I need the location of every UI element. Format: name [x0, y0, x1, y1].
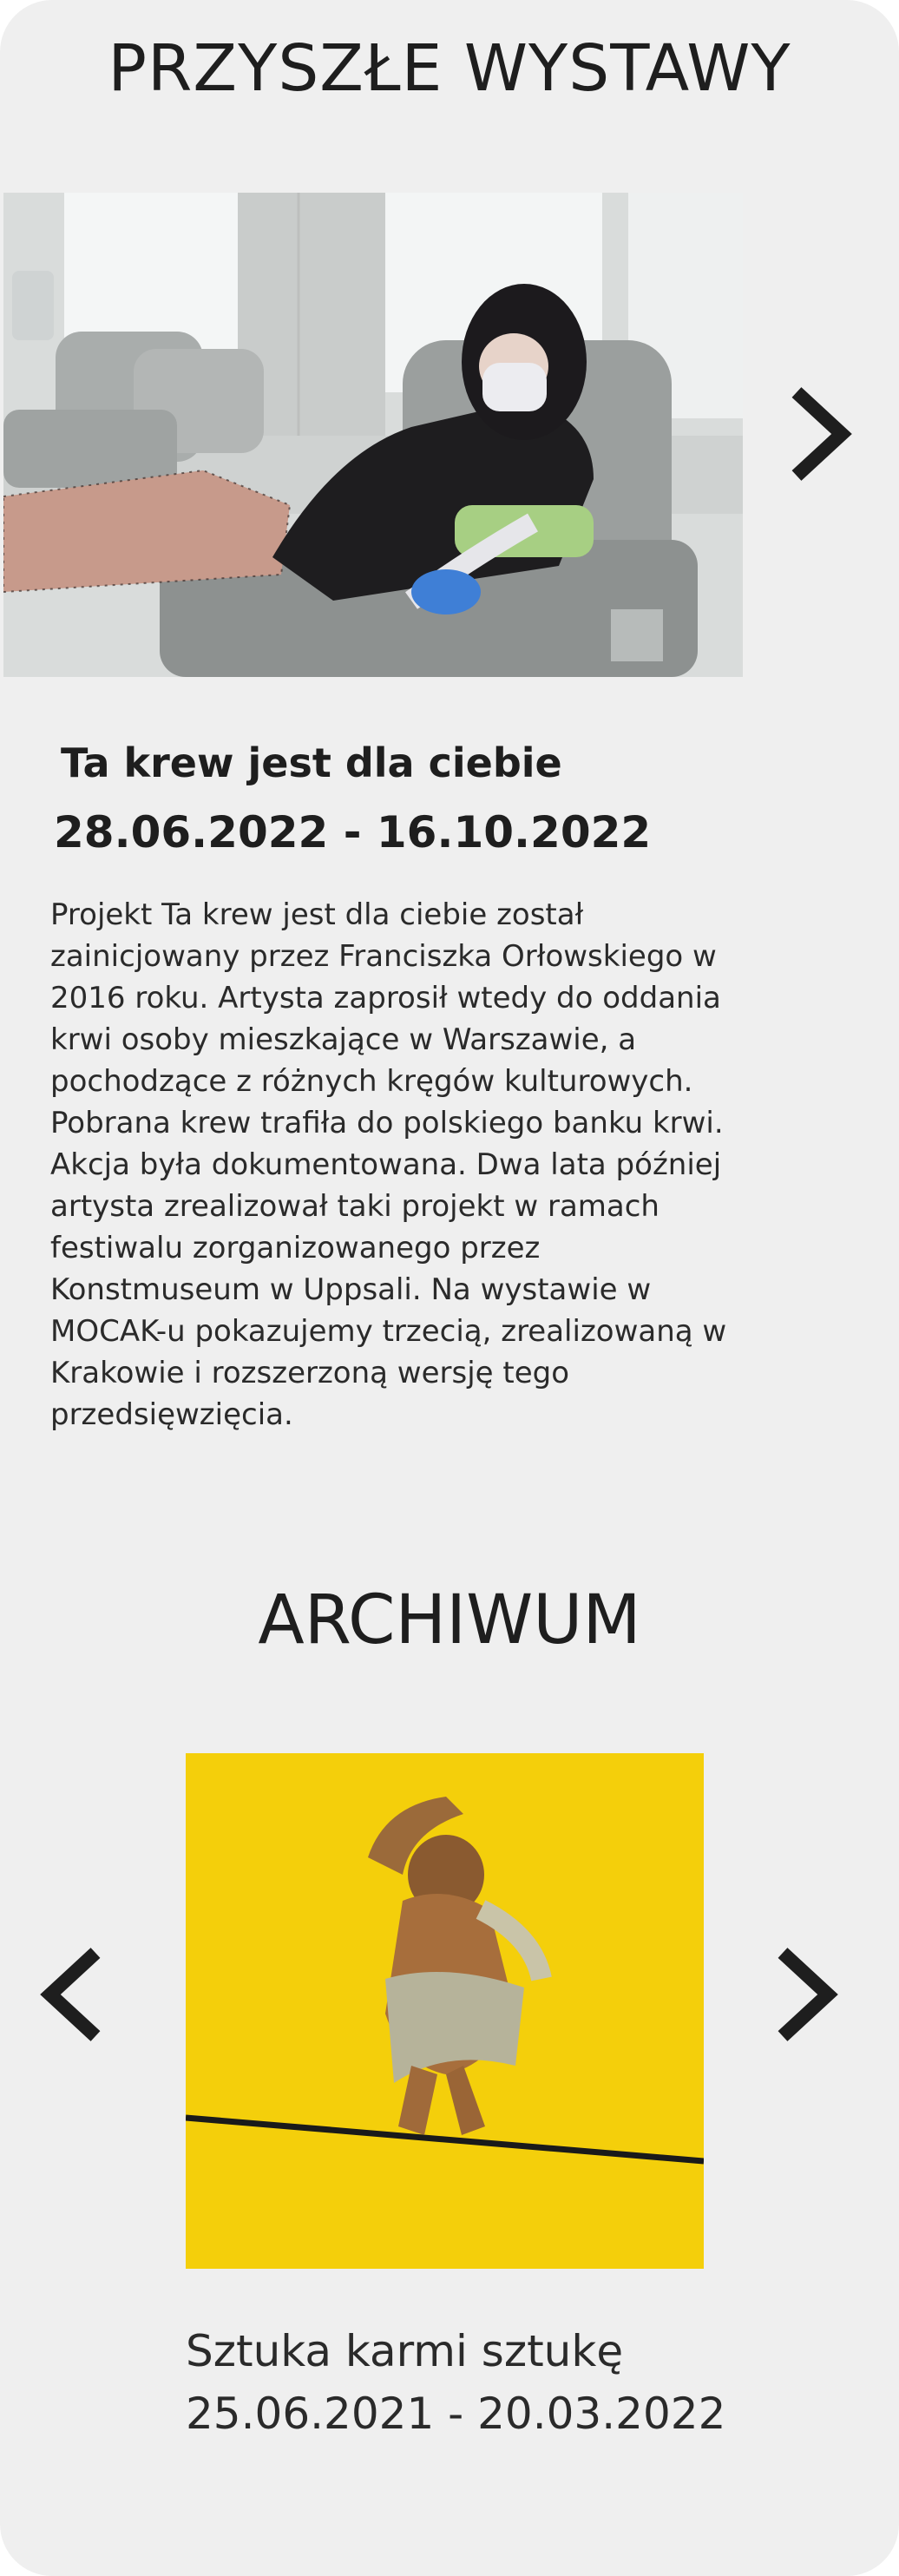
archive-exhibition-title[interactable]: Sztuka karmi sztukę — [186, 2326, 623, 2376]
future-next-arrow-icon[interactable] — [781, 373, 859, 495]
archive-exhibition-dates: 25.06.2021 - 20.03.2022 — [186, 2389, 726, 2439]
future-exhibitions-heading: PRZYSZŁE WYSTAWY — [108, 31, 791, 106]
archive-exhibition-artwork[interactable] — [186, 1753, 704, 2269]
exhibition-photo-blood-donor[interactable] — [3, 193, 743, 677]
exhibitions-card: PRZYSZŁE WYSTAWY Ta krew jest dla ciebie… — [0, 0, 899, 2576]
archive-prev-arrow-icon[interactable] — [35, 1934, 113, 2055]
future-exhibition-title[interactable]: Ta krew jest dla ciebie — [61, 739, 562, 786]
archive-next-arrow-icon[interactable] — [767, 1934, 845, 2055]
archive-heading: ARCHIWUM — [258, 1581, 641, 1659]
future-exhibition-description: Projekt Ta krew jest dla ciebie został z… — [50, 897, 727, 1432]
future-exhibition-dates: 28.06.2022 - 16.10.2022 — [54, 807, 652, 858]
